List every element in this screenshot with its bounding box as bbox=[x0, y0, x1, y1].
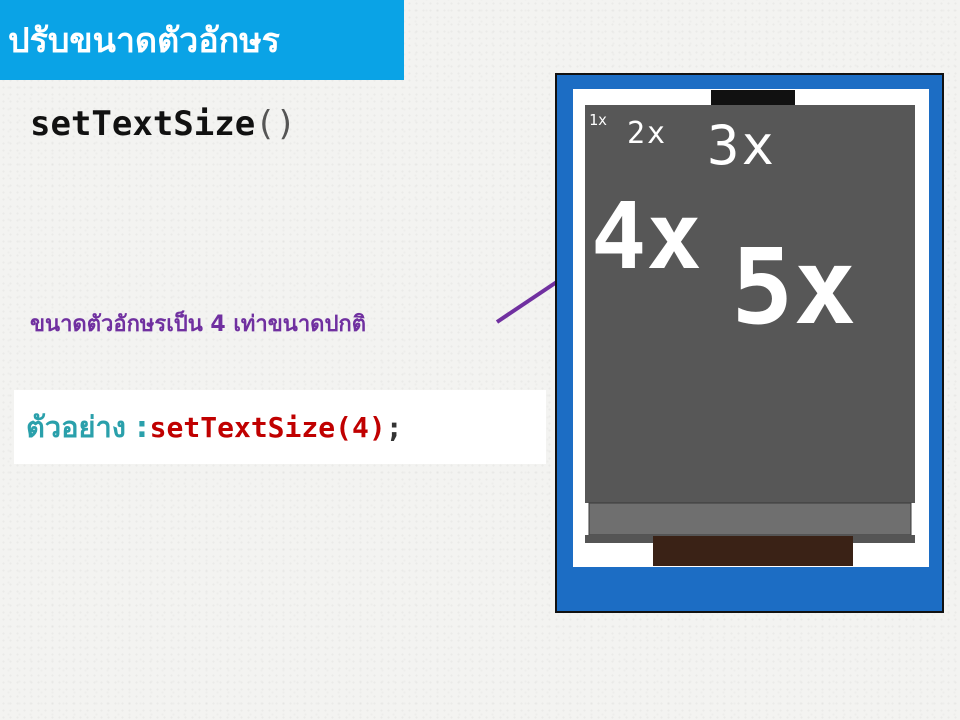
lcd-module-image: 1x 2x 3x 4x 5x bbox=[555, 73, 944, 613]
lcd-label-1x: 1x bbox=[589, 111, 607, 129]
lcd-label-5x: 5x bbox=[731, 226, 856, 348]
example-box: ตัวอย่าง : setTextSize(4); bbox=[14, 390, 546, 464]
example-label: ตัวอย่าง : bbox=[26, 410, 148, 444]
example-code-call: setTextSize(4) bbox=[149, 410, 386, 444]
lcd-top-connector bbox=[711, 90, 795, 106]
example-semicolon: ; bbox=[385, 410, 403, 444]
lcd-flex-cable bbox=[653, 536, 853, 566]
lcd-label-2x: 2x bbox=[627, 116, 667, 151]
example-code: setTextSize(4); bbox=[150, 411, 403, 444]
lcd-label-4x: 4x bbox=[591, 183, 702, 290]
lcd-bottom-strip bbox=[588, 502, 912, 536]
lcd-label-3x: 3x bbox=[707, 114, 776, 177]
